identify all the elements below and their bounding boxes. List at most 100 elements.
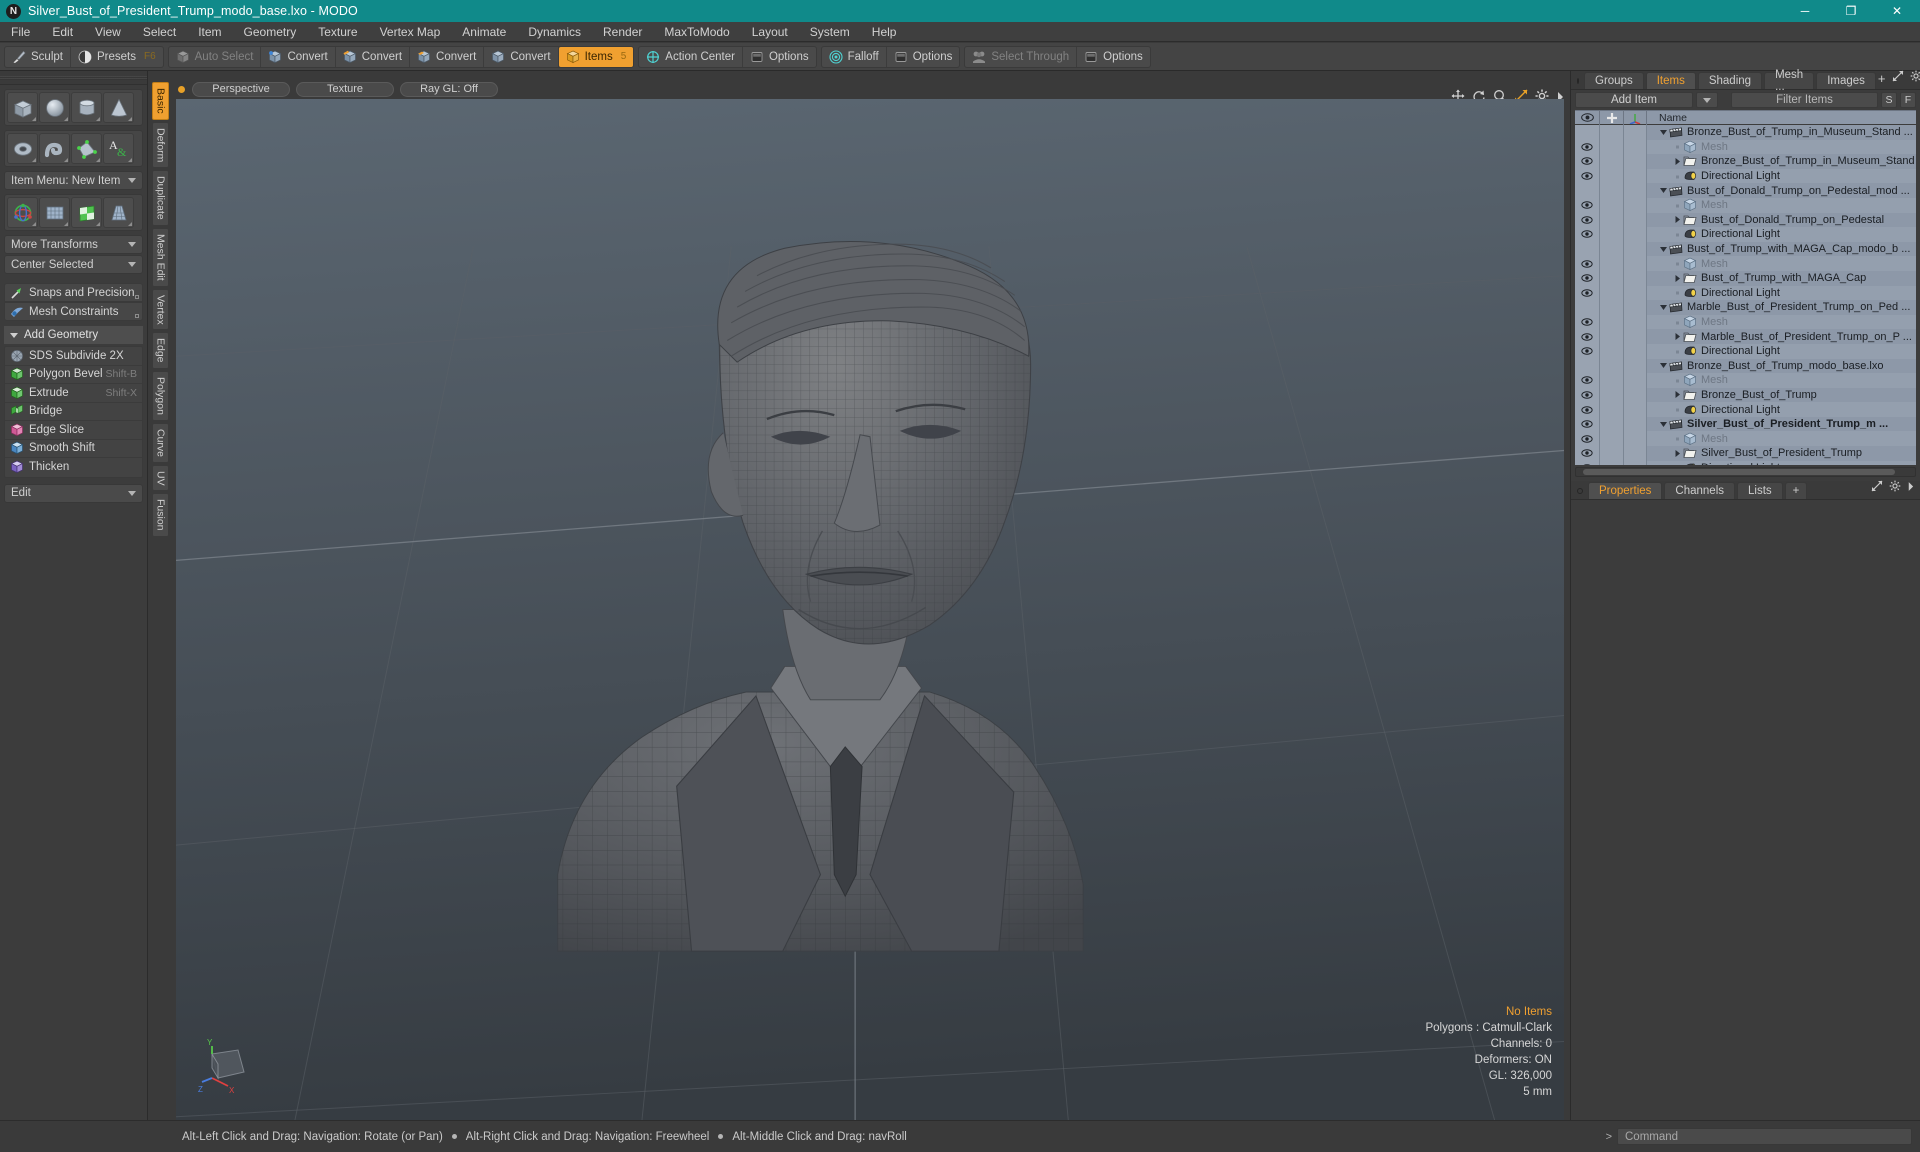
chevron-right-icon[interactable]: [1907, 479, 1914, 497]
row-name-cell[interactable]: Mesh: [1647, 432, 1916, 446]
add-item-button[interactable]: Add Item: [1575, 92, 1693, 108]
toolbar-button-convert[interactable]: Convert: [336, 46, 411, 67]
row-lock-cell[interactable]: [1600, 460, 1624, 465]
tree-row[interactable]: Mesh: [1575, 314, 1916, 330]
row-axis-cell[interactable]: [1624, 446, 1647, 461]
right-tab-shading[interactable]: Shading: [1697, 72, 1763, 89]
twirl-right-icon[interactable]: [1671, 332, 1683, 341]
row-axis-cell[interactable]: [1624, 343, 1647, 359]
row-name-cell[interactable]: Bronze_Bust_of_Trump: [1647, 388, 1916, 402]
tree-row[interactable]: Directional Light: [1575, 460, 1916, 465]
tree-row[interactable]: Bust_of_Donald_Trump_on_Pedestal_mod ...: [1575, 183, 1916, 198]
twirl-down-icon[interactable]: [1657, 128, 1669, 137]
menu-item-layout[interactable]: Layout: [741, 22, 799, 42]
vertical-tab-duplicate[interactable]: Duplicate: [152, 170, 169, 226]
row-visibility-toggle[interactable]: [1575, 402, 1600, 417]
row-lock-cell[interactable]: [1600, 139, 1624, 155]
row-visibility-toggle[interactable]: [1575, 241, 1600, 257]
vertical-tab-polygon[interactable]: Polygon: [152, 370, 169, 421]
row-visibility-toggle[interactable]: [1575, 139, 1600, 155]
row-visibility-toggle[interactable]: [1575, 431, 1600, 447]
geometry-tool-extrude[interactable]: Extrude Shift-X: [5, 384, 142, 403]
row-visibility-toggle[interactable]: [1575, 343, 1600, 359]
row-axis-cell[interactable]: [1624, 329, 1647, 344]
row-name-cell[interactable]: Mesh: [1647, 198, 1916, 212]
row-lock-cell[interactable]: [1600, 270, 1624, 286]
right-tab-groups[interactable]: Groups: [1584, 72, 1644, 89]
tree-row[interactable]: Bronze_Bust_of_Trump_modo_base.lxo: [1575, 358, 1916, 374]
row-name-cell[interactable]: Directional Light: [1647, 227, 1916, 241]
row-lock-cell[interactable]: [1600, 343, 1624, 359]
row-name-cell[interactable]: Mesh: [1647, 140, 1916, 154]
add-tab-button[interactable]: +: [1878, 71, 1886, 86]
row-lock-cell[interactable]: [1600, 285, 1624, 301]
row-axis-cell[interactable]: [1624, 256, 1647, 271]
row-visibility-toggle[interactable]: [1575, 125, 1600, 140]
viewport-canvas[interactable]: No Items Polygons : Catmull-Clark Channe…: [176, 99, 1564, 1120]
row-visibility-toggle[interactable]: [1575, 270, 1600, 286]
row-axis-cell[interactable]: [1624, 460, 1647, 465]
toolbar-button-sculpt[interactable]: Sculpt: [5, 46, 71, 67]
checker-deform-tool[interactable]: [71, 197, 102, 228]
tree-row[interactable]: Directional Light: [1575, 285, 1916, 301]
row-visibility-toggle[interactable]: [1575, 358, 1600, 374]
menu-item-texture[interactable]: Texture: [307, 22, 368, 42]
row-axis-cell[interactable]: [1624, 416, 1647, 432]
vertical-tab-fusion[interactable]: Fusion: [152, 493, 169, 537]
vertical-tab-vertex[interactable]: Vertex: [152, 288, 169, 331]
row-lock-cell[interactable]: [1600, 241, 1624, 257]
add-lower-tab-button[interactable]: +: [1784, 482, 1808, 499]
maximize-button[interactable]: ❐: [1828, 0, 1874, 22]
taper-tool[interactable]: [103, 197, 134, 228]
row-visibility-toggle[interactable]: [1575, 285, 1600, 301]
row-lock-cell[interactable]: [1600, 300, 1624, 315]
vertical-tab-deform[interactable]: Deform: [152, 121, 169, 169]
row-axis-cell[interactable]: [1624, 314, 1647, 330]
menu-item-render[interactable]: Render: [592, 22, 653, 42]
vertical-tab-edge[interactable]: Edge: [152, 332, 169, 369]
snaps-and-precision-button[interactable]: Snaps and Precision: [4, 283, 143, 302]
row-axis-cell[interactable]: [1624, 270, 1647, 286]
row-lock-cell[interactable]: [1600, 387, 1624, 403]
vertical-tab-curve[interactable]: Curve: [152, 422, 169, 463]
row-name-cell[interactable]: Bronze_Bust_of_Trump_in_Museum_Stand: [1647, 154, 1916, 168]
menu-item-dynamics[interactable]: Dynamics: [517, 22, 592, 42]
twirl-right-icon[interactable]: [1671, 215, 1683, 224]
row-axis-cell[interactable]: [1624, 183, 1647, 198]
row-axis-cell[interactable]: [1624, 431, 1647, 447]
row-axis-cell[interactable]: [1624, 358, 1647, 374]
toolbar-button-presets[interactable]: Presets F6: [71, 47, 163, 67]
gear-icon[interactable]: [1889, 479, 1901, 497]
row-visibility-toggle[interactable]: [1575, 212, 1600, 228]
center-selected-dropdown[interactable]: Center Selected: [4, 255, 143, 274]
row-axis-cell[interactable]: [1624, 300, 1647, 315]
twirl-down-icon[interactable]: [1657, 361, 1669, 370]
expand-icon[interactable]: [1871, 479, 1883, 497]
row-name-cell[interactable]: Bronze_Bust_of_Trump_modo_base.lxo: [1647, 359, 1916, 373]
mesh-constraints-button[interactable]: Mesh Constraints: [4, 302, 143, 321]
toolbar-button-options[interactable]: Options: [1077, 47, 1150, 67]
tree-row[interactable]: Bust_of_Trump_with_MAGA_Cap: [1575, 270, 1916, 286]
row-lock-cell[interactable]: [1600, 416, 1624, 432]
twirl-right-icon[interactable]: [1671, 157, 1683, 166]
tree-row[interactable]: Mesh: [1575, 197, 1916, 213]
expand-icon[interactable]: [1892, 69, 1904, 87]
bend-tool[interactable]: [39, 197, 70, 228]
tree-row[interactable]: Bronze_Bust_of_Trump: [1575, 387, 1916, 403]
toolbar-button-convert[interactable]: Convert: [410, 46, 485, 67]
row-name-cell[interactable]: Bust_of_Trump_with_MAGA_Cap: [1647, 271, 1916, 285]
row-lock-cell[interactable]: [1600, 431, 1624, 447]
tree-row[interactable]: Directional Light: [1575, 343, 1916, 359]
tree-row[interactable]: Directional Light: [1575, 168, 1916, 184]
menu-item-system[interactable]: System: [799, 22, 861, 42]
row-visibility-toggle[interactable]: [1575, 300, 1600, 315]
row-name-cell[interactable]: Bust_of_Donald_Trump_on_Pedestal_mod ...: [1647, 184, 1916, 198]
tree-row[interactable]: Directional Light: [1575, 402, 1916, 417]
row-lock-cell[interactable]: [1600, 183, 1624, 198]
row-lock-cell[interactable]: [1600, 256, 1624, 271]
menu-item-view[interactable]: View: [84, 22, 132, 42]
menu-item-vertex-map[interactable]: Vertex Map: [369, 22, 452, 42]
row-name-cell[interactable]: Silver_Bust_of_President_Trump: [1647, 446, 1916, 460]
row-lock-cell[interactable]: [1600, 329, 1624, 344]
row-axis-cell[interactable]: [1624, 139, 1647, 155]
